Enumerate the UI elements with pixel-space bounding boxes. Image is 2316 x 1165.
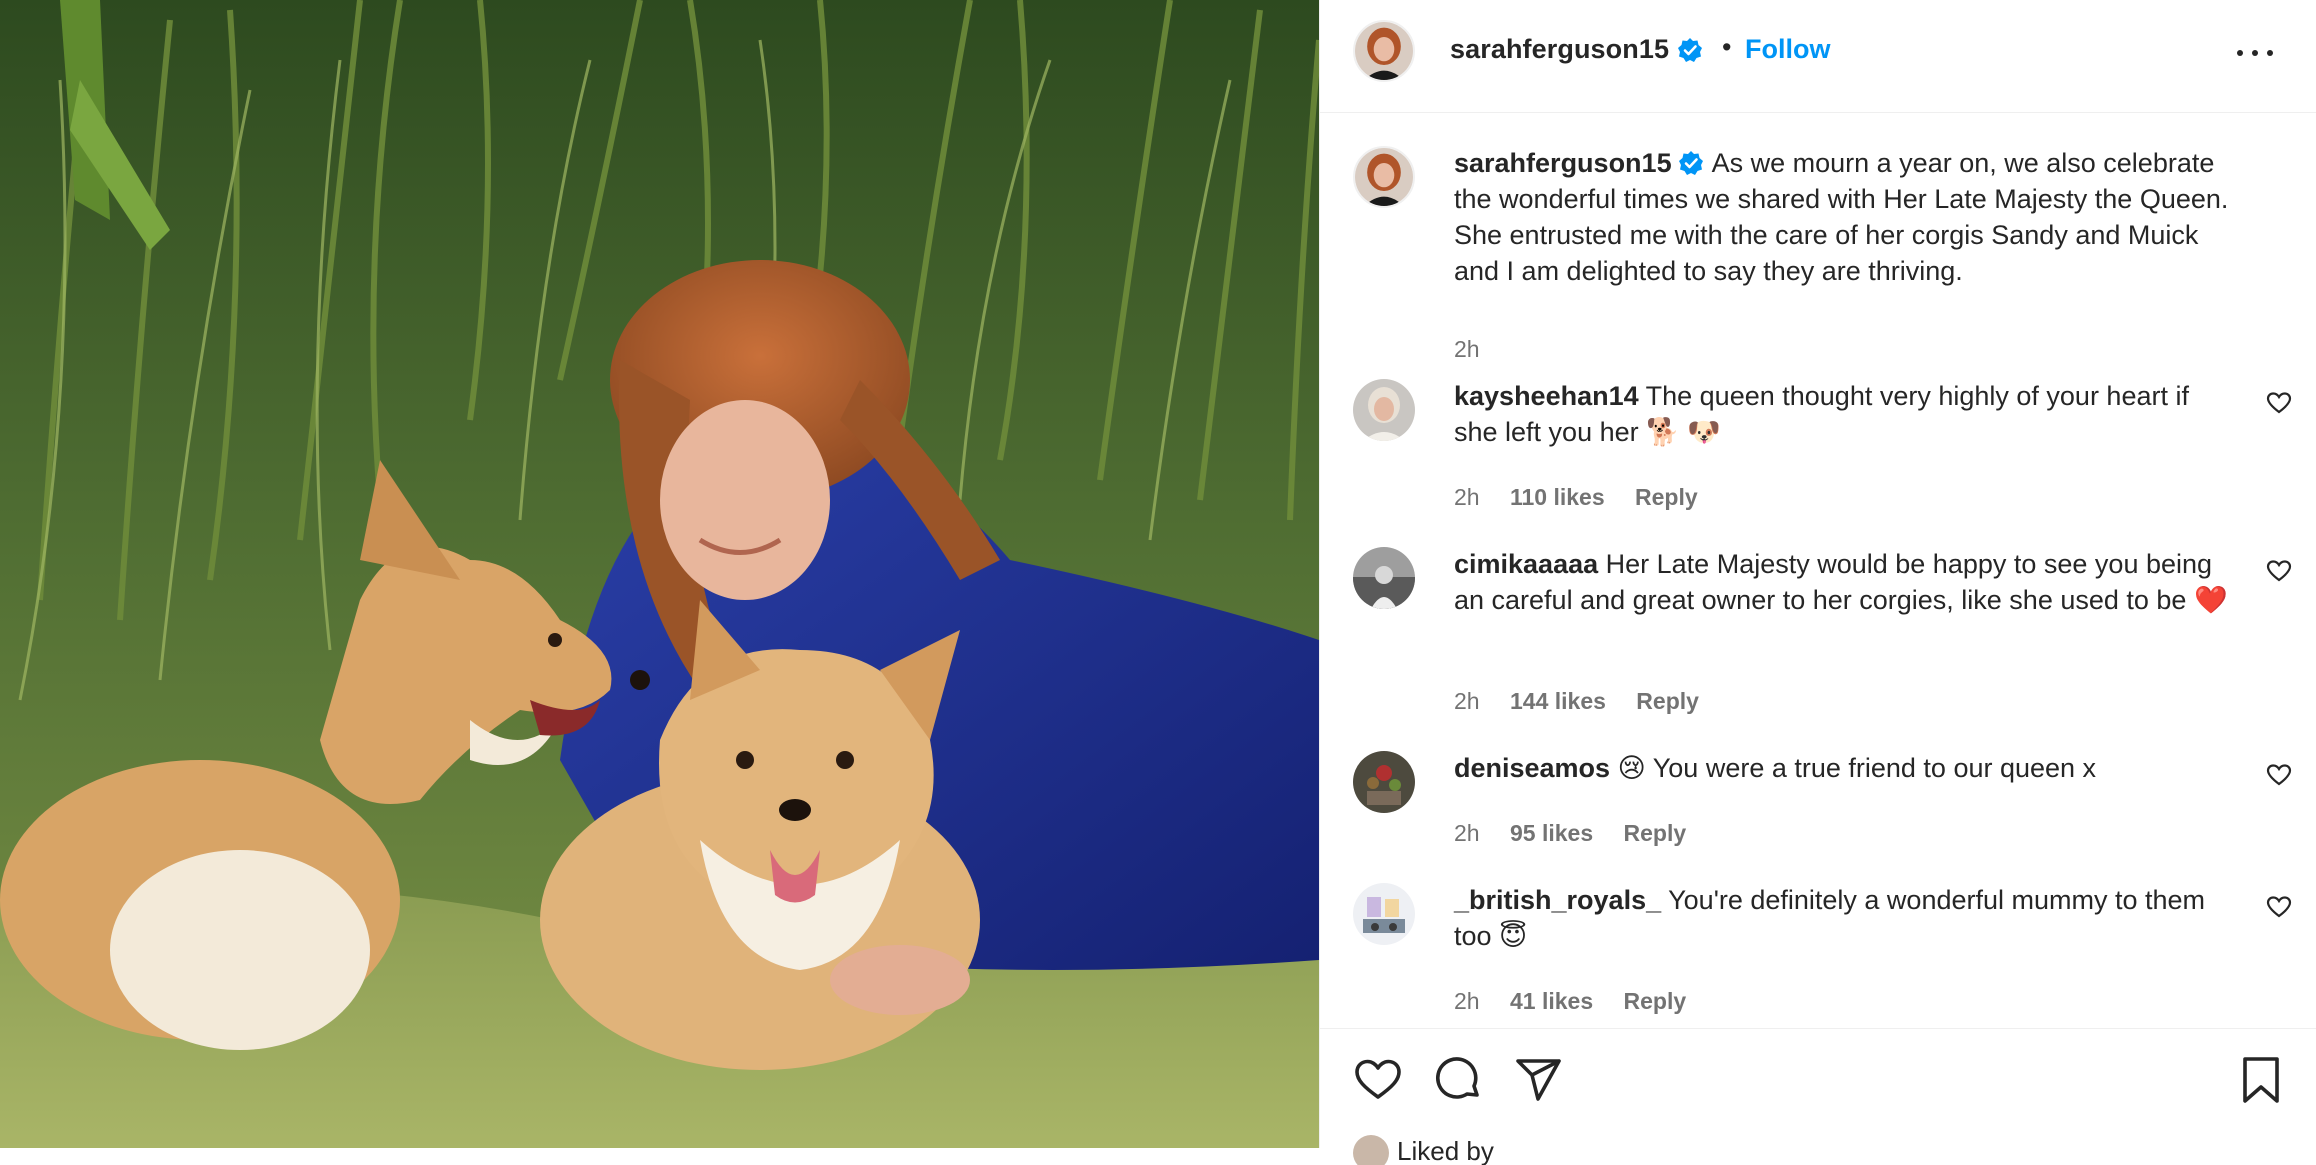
comment-time[interactable]: 2h (1454, 820, 1480, 846)
comment-likes[interactable]: 41 likes (1510, 988, 1593, 1014)
commenter-avatar[interactable] (1353, 883, 1415, 945)
reply-button[interactable]: Reply (1635, 484, 1698, 510)
post-photo[interactable] (0, 0, 1319, 1148)
comment-meta: 2h 110 likes Reply (1454, 484, 1722, 511)
comment-text-block: cimikaaaaa Her Late Majesty would be hap… (1454, 546, 2239, 618)
comment-time[interactable]: 2h (1454, 688, 1480, 714)
share-icon[interactable] (1514, 1055, 1564, 1105)
caption-text-block: sarahferguson15 As we mourn a year on, w… (1454, 145, 2239, 289)
comment-like-heart-icon[interactable] (2266, 762, 2292, 788)
header-separator: • (1722, 32, 1732, 62)
comment-likes[interactable]: 110 likes (1510, 484, 1605, 510)
author-avatar[interactable] (1353, 20, 1415, 82)
caption-time[interactable]: 2h (1454, 336, 1480, 362)
reply-button[interactable]: Reply (1624, 988, 1687, 1014)
more-options-icon[interactable] (2235, 38, 2275, 66)
commenter-avatar[interactable] (1353, 751, 1415, 813)
follow-button[interactable]: Follow (1745, 34, 1830, 65)
bookmark-icon[interactable] (2236, 1055, 2286, 1105)
comment-username[interactable]: _british_royals_ (1454, 885, 1661, 915)
comment-likes[interactable]: 144 likes (1510, 688, 1606, 714)
comment-meta: 2h 144 likes Reply (1454, 688, 1723, 715)
post-header: sarahferguson15 • Follow (1320, 0, 2316, 113)
comment-icon[interactable] (1434, 1055, 1484, 1105)
heart-icon[interactable] (1353, 1055, 1403, 1105)
comment-like-heart-icon[interactable] (2266, 894, 2292, 920)
comments-section: sarahferguson15 As we mourn a year on, w… (1320, 113, 2316, 1028)
comment-username[interactable]: deniseamos (1454, 753, 1610, 783)
reply-button[interactable]: Reply (1624, 820, 1687, 846)
comment-like-heart-icon[interactable] (2266, 390, 2292, 416)
post-image (0, 0, 1319, 1148)
commenter-avatar[interactable] (1353, 379, 1415, 441)
liked-by-text: Liked by (1397, 1135, 1494, 1165)
comment-time[interactable]: 2h (1454, 988, 1480, 1014)
caption-meta: 2h (1454, 336, 1504, 363)
comment-text-block: _british_royals_ You're definitely a won… (1454, 882, 2239, 954)
reply-button[interactable]: Reply (1636, 688, 1699, 714)
verified-badge-icon (1678, 38, 1702, 62)
commenter-avatar[interactable] (1353, 547, 1415, 609)
liked-by-avatar (1353, 1135, 1389, 1165)
caption-avatar[interactable] (1353, 146, 1415, 208)
liked-by-row[interactable]: Liked by (1353, 1135, 1494, 1165)
comment-username[interactable]: kaysheehan14 (1454, 381, 1639, 411)
post-sidebar: sarahferguson15 • Follow sarahferguson15… (1319, 0, 2316, 1165)
comment-text: 😢 You were a true friend to our queen x (1617, 753, 2097, 783)
comment-text-block: deniseamos 😢 You were a true friend to o… (1454, 750, 2239, 786)
comment-time[interactable]: 2h (1454, 484, 1480, 510)
verified-badge-icon (1678, 151, 1703, 175)
comment-username[interactable]: cimikaaaaa (1454, 549, 1598, 579)
caption-username[interactable]: sarahferguson15 (1454, 148, 1672, 178)
comment-meta: 2h 41 likes Reply (1454, 988, 1710, 1015)
comment-meta: 2h 95 likes Reply (1454, 820, 1710, 847)
comment-likes[interactable]: 95 likes (1510, 820, 1593, 846)
comment-like-heart-icon[interactable] (2266, 558, 2292, 584)
author-username[interactable]: sarahferguson15 (1450, 34, 1669, 65)
comment-text-block: kaysheehan14 The queen thought very high… (1454, 378, 2239, 450)
post-actions-bar: Liked by (1320, 1028, 2316, 1165)
